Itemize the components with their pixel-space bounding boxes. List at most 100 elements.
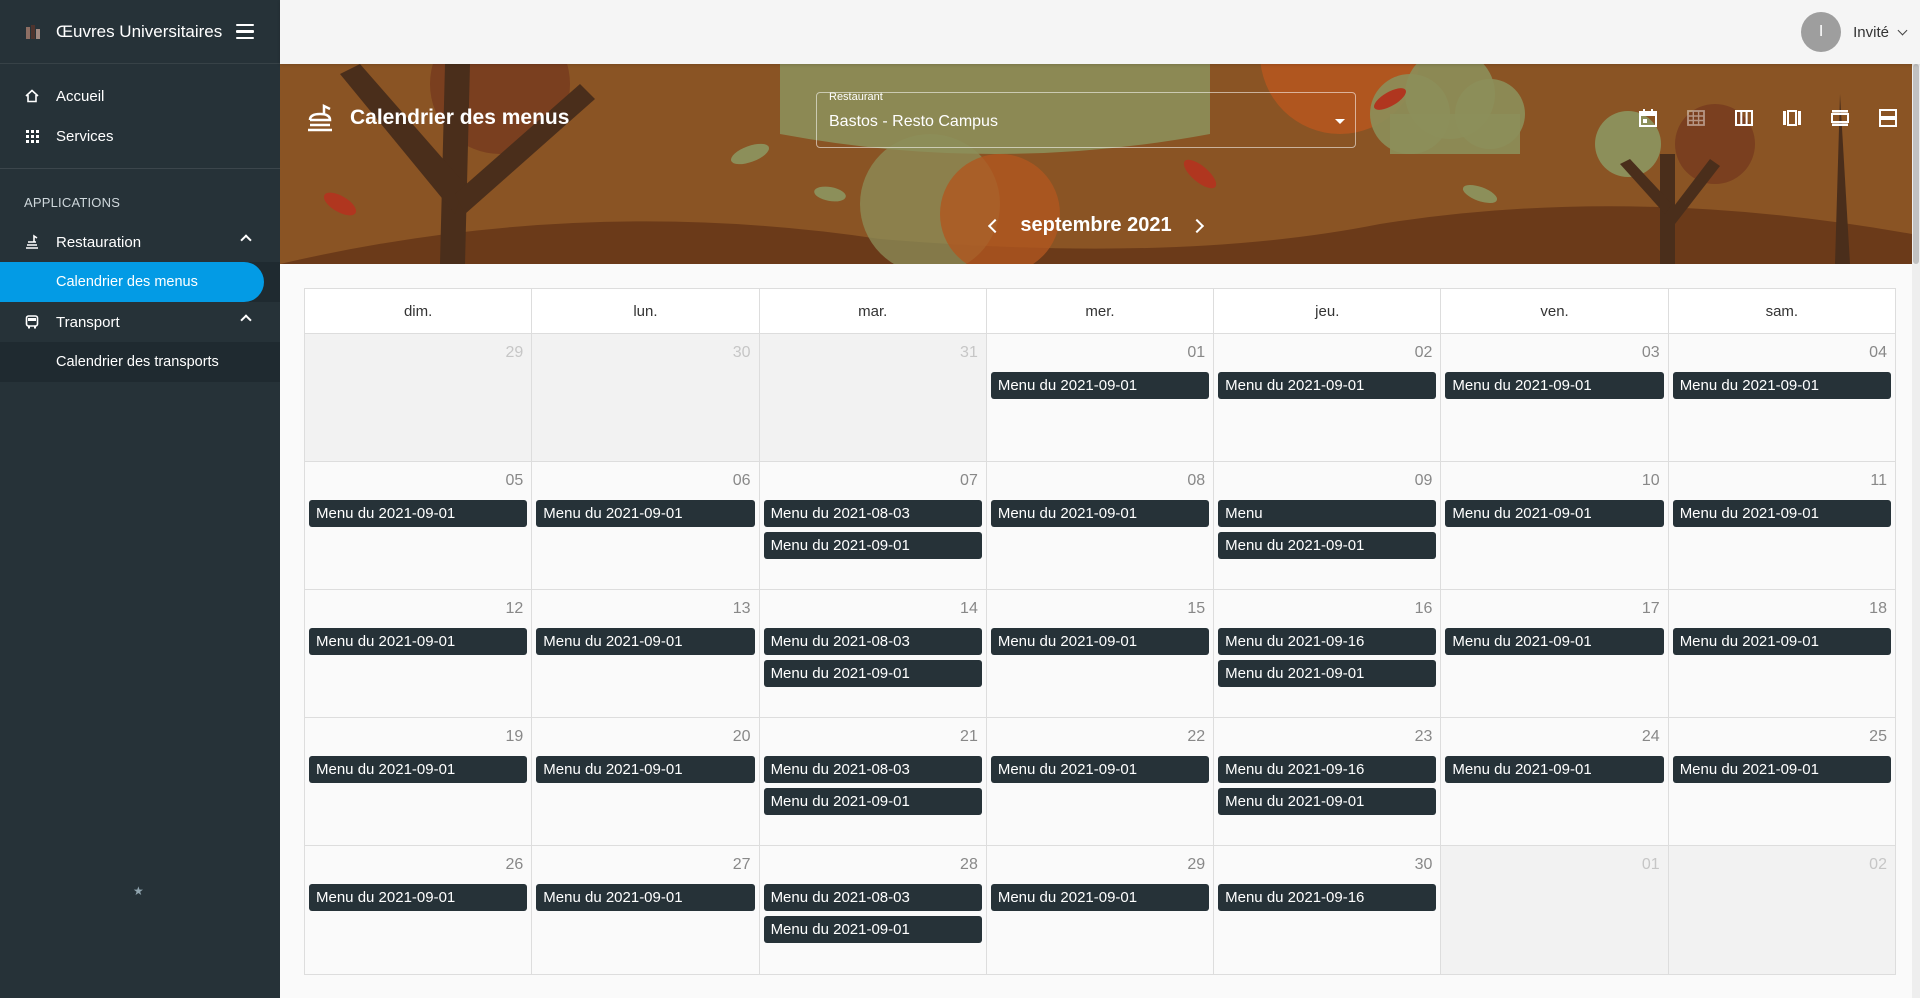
day-number[interactable]: 20 [733, 728, 751, 746]
day-number[interactable]: 11 [1870, 472, 1887, 490]
day-number[interactable]: 06 [733, 472, 751, 490]
day-number[interactable]: 21 [960, 728, 978, 746]
week-columns-icon[interactable] [1720, 98, 1768, 138]
day-number[interactable]: 13 [733, 600, 751, 618]
nav-item-services[interactable]: Services [0, 116, 280, 156]
menu-event[interactable]: Menu du 2021-08-03 [763, 628, 982, 655]
day-cell[interactable]: 19 Menu du 2021-09-01 [305, 718, 533, 845]
menu-event[interactable]: Menu du 2021-09-01 [309, 756, 528, 783]
menu-event[interactable]: Menu du 2021-09-01 [536, 884, 755, 911]
menu-event[interactable]: Menu du 2021-09-01 [309, 884, 528, 911]
day-number[interactable]: 07 [960, 472, 978, 490]
day-cell[interactable]: 03 Menu du 2021-09-01 [1441, 334, 1669, 461]
menu-event[interactable]: Menu du 2021-09-01 [763, 788, 982, 815]
menu-event[interactable]: Menu du 2021-09-01 [1218, 788, 1437, 815]
day-number[interactable]: 15 [1187, 600, 1205, 618]
day-cell[interactable]: 24 Menu du 2021-09-01 [1441, 718, 1669, 845]
day-cell[interactable]: 01 Menu du 2021-09-01 [986, 334, 1215, 461]
day-cell[interactable]: 22 Menu du 2021-09-01 [986, 718, 1215, 845]
day-cell[interactable]: 26 Menu du 2021-09-01 [305, 846, 533, 974]
nav-group-transport[interactable]: Transport [0, 302, 280, 342]
day-cell[interactable]: 13 Menu du 2021-09-01 [532, 590, 760, 717]
menu-event[interactable]: Menu du 2021-09-01 [763, 532, 982, 559]
day-number[interactable]: 23 [1415, 728, 1433, 746]
day-cell[interactable]: 17 Menu du 2021-09-01 [1441, 590, 1669, 717]
menu-event[interactable]: Menu du 2021-09-01 [536, 756, 755, 783]
day-number[interactable]: 10 [1642, 472, 1660, 490]
menu-event[interactable]: Menu du 2021-09-16 [1218, 628, 1437, 655]
menu-event[interactable]: Menu du 2021-08-03 [763, 500, 982, 527]
day-number[interactable]: 04 [1869, 344, 1887, 362]
day-number[interactable]: 27 [733, 856, 751, 874]
day-number[interactable]: 03 [1642, 344, 1660, 362]
menu-event[interactable]: Menu du 2021-09-16 [1218, 884, 1437, 911]
day-cell[interactable]: 29 Menu du 2021-09-01 [986, 846, 1215, 974]
nav-group-restauration[interactable]: Restauration [0, 222, 280, 262]
day-cell[interactable]: 08 Menu du 2021-09-01 [986, 462, 1215, 589]
menu-event[interactable]: Menu du 2021-09-01 [1672, 756, 1891, 783]
day-number[interactable]: 31 [960, 344, 978, 362]
menu-event[interactable]: Menu du 2021-09-01 [309, 628, 528, 655]
menu-event[interactable]: Menu du 2021-09-01 [763, 916, 982, 943]
day-cell[interactable]: 31 [759, 334, 987, 461]
day-cell[interactable]: 15 Menu du 2021-09-01 [986, 590, 1215, 717]
restaurant-select[interactable]: Restaurant Bastos - Resto Campus [816, 91, 1356, 148]
day-cell[interactable]: 30 [532, 334, 760, 461]
day-cell[interactable]: 29 [305, 334, 533, 461]
day-cell[interactable]: 02 [1668, 846, 1895, 974]
day-cell[interactable]: 21 Menu du 2021-08-03 Menu du 2021-09-01 [759, 718, 987, 845]
day-number[interactable]: 22 [1187, 728, 1205, 746]
menu-event[interactable]: Menu [1218, 500, 1437, 527]
menu-event[interactable]: Menu du 2021-09-01 [1445, 628, 1664, 655]
menu-event[interactable]: Menu du 2021-09-01 [536, 628, 755, 655]
calendar-icon[interactable] [1624, 98, 1672, 138]
day-cell[interactable]: 20 Menu du 2021-09-01 [532, 718, 760, 845]
day-number[interactable]: 30 [733, 344, 751, 362]
day-number[interactable]: 16 [1415, 600, 1433, 618]
day-cell[interactable]: 27 Menu du 2021-09-01 [532, 846, 760, 974]
day-number[interactable]: 08 [1187, 472, 1205, 490]
menu-event[interactable]: Menu du 2021-09-01 [990, 500, 1210, 527]
day-cell[interactable]: 05 Menu du 2021-09-01 [305, 462, 533, 589]
sidebar-item-calendrier-des-transports[interactable]: Calendrier des transports [0, 342, 280, 382]
day-number[interactable]: 30 [1415, 856, 1433, 874]
day-number[interactable]: 02 [1415, 344, 1433, 362]
menu-event[interactable]: Menu du 2021-09-16 [1218, 756, 1437, 783]
week-icon[interactable] [1768, 98, 1816, 138]
day-number[interactable]: 29 [1187, 856, 1205, 874]
day-cell[interactable]: 25 Menu du 2021-09-01 [1668, 718, 1895, 845]
day-cell[interactable]: 14 Menu du 2021-08-03 Menu du 2021-09-01 [759, 590, 987, 717]
page-scrollbar[interactable] [1912, 64, 1920, 998]
day-cell[interactable]: 10 Menu du 2021-09-01 [1441, 462, 1669, 589]
day-cell[interactable]: 28 Menu du 2021-08-03 Menu du 2021-09-01 [759, 846, 987, 974]
day-number[interactable]: 02 [1869, 856, 1887, 874]
day-cell[interactable]: 09 Menu Menu du 2021-09-01 [1214, 462, 1442, 589]
chevron-left-icon[interactable] [988, 218, 1003, 233]
day-icon[interactable] [1816, 98, 1864, 138]
day-cell[interactable]: 04 Menu du 2021-09-01 [1668, 334, 1895, 461]
user-menu[interactable]: I Invité [1801, 12, 1908, 52]
day-number[interactable]: 01 [1642, 856, 1660, 874]
day-cell[interactable]: 16 Menu du 2021-09-16 Menu du 2021-09-01 [1214, 590, 1442, 717]
menu-event[interactable]: Menu du 2021-09-01 [1218, 532, 1437, 559]
menu-event[interactable]: Menu du 2021-09-01 [763, 660, 982, 687]
menu-event[interactable]: Menu du 2021-09-01 [309, 500, 528, 527]
menu-event[interactable]: Menu du 2021-09-01 [990, 372, 1210, 399]
day-number[interactable]: 19 [505, 728, 523, 746]
day-number[interactable]: 24 [1642, 728, 1660, 746]
day-cell[interactable]: 11 Menu du 2021-09-01 [1668, 462, 1895, 589]
menu-event[interactable]: Menu du 2021-09-01 [990, 628, 1210, 655]
day-number[interactable]: 01 [1187, 344, 1205, 362]
hamburger-menu-icon[interactable] [230, 17, 260, 47]
menu-event[interactable]: Menu du 2021-09-01 [990, 884, 1210, 911]
menu-event[interactable]: Menu du 2021-09-01 [536, 500, 755, 527]
day-number[interactable]: 29 [505, 344, 523, 362]
day-number[interactable]: 12 [505, 600, 523, 618]
day-cell[interactable]: 18 Menu du 2021-09-01 [1668, 590, 1895, 717]
day-number[interactable]: 18 [1869, 600, 1887, 618]
day-number[interactable]: 17 [1642, 600, 1660, 618]
menu-event[interactable]: Menu du 2021-08-03 [763, 884, 982, 911]
menu-event[interactable]: Menu du 2021-09-01 [1672, 500, 1891, 527]
menu-event[interactable]: Menu du 2021-09-01 [1218, 660, 1437, 687]
menu-event[interactable]: Menu du 2021-09-01 [1445, 756, 1664, 783]
